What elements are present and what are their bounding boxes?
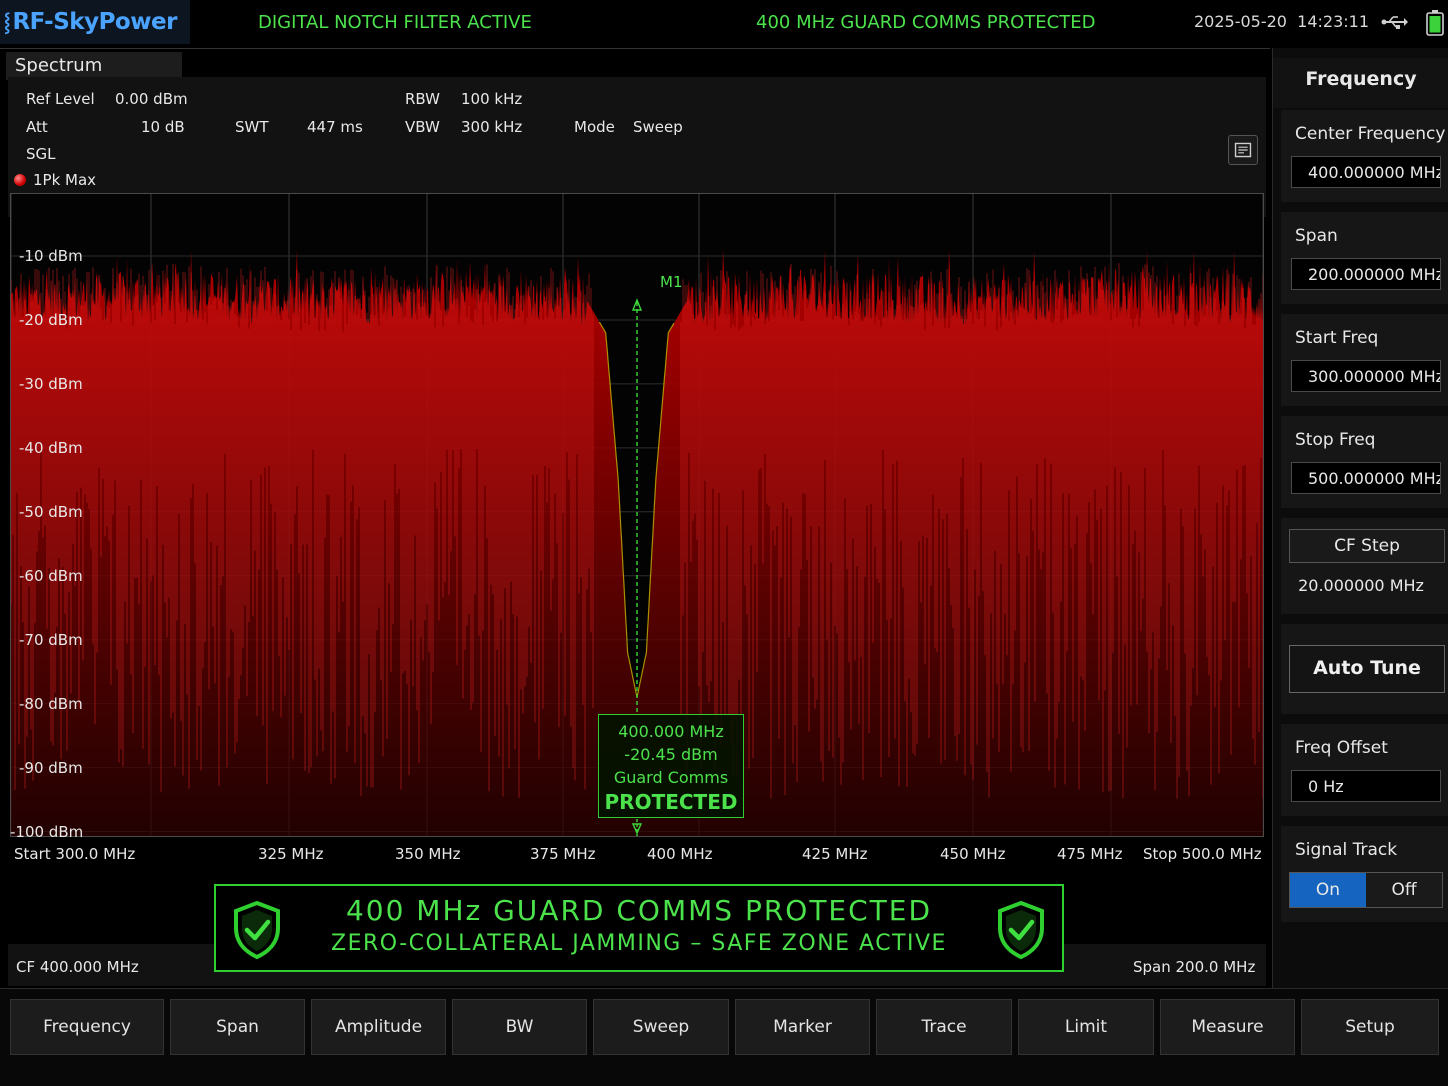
protection-banner: 400 MHz GUARD COMMS PROTECTED ZERO-COLLA… (214, 884, 1064, 972)
trace-dot-icon (14, 174, 26, 186)
freq-offset-field[interactable]: 0 Hz (1291, 770, 1441, 802)
notch-filter-status: DIGITAL NOTCH FILTER ACTIVE (258, 12, 532, 33)
x-tick-label: 375 MHz (530, 845, 596, 863)
softkey-frequency[interactable]: Frequency (10, 999, 164, 1055)
span-readout: Span 200.0 MHz (1133, 958, 1256, 976)
stop-freq-label: Stop Freq (1295, 430, 1376, 450)
y-tick-label: -20 dBm (19, 310, 83, 329)
rbw-value[interactable]: 100 kHz (461, 90, 522, 108)
vbw-value[interactable]: 300 kHz (461, 118, 522, 136)
ref-level-value[interactable]: 0.00 dBm (115, 90, 188, 108)
x-tick-label: 475 MHz (1057, 845, 1123, 863)
spectrum-panel: Spectrum Ref Level 0.00 dBm Att 10 dB SW… (0, 48, 1270, 988)
softkey-trace[interactable]: Trace (876, 999, 1012, 1055)
stop-freq-field[interactable]: 500.000000 MHz (1291, 462, 1441, 494)
tab-spectrum[interactable]: Spectrum (6, 52, 182, 80)
signal-track-toggle[interactable]: On Off (1289, 872, 1443, 908)
y-tick-label: -90 dBm (19, 758, 83, 777)
mode-label: Mode (574, 118, 615, 136)
trace-name: 1Pk Max (33, 171, 97, 189)
att-label: Att (26, 118, 48, 136)
marker-frequency: 400.000 MHz (618, 722, 724, 741)
frequency-menu-panel: Frequency Center Frequency 400.000000 MH… (1272, 48, 1448, 988)
swt-value[interactable]: 447 ms (307, 118, 363, 136)
y-tick-label: -60 dBm (19, 566, 83, 585)
span-label: Span (1295, 226, 1338, 246)
y-tick-label: -30 dBm (19, 374, 83, 393)
swt-label: SWT (235, 118, 269, 136)
y-tick-label: -70 dBm (19, 630, 83, 649)
brand-logo: ⸾ RF-SkyPower (0, 0, 190, 44)
freq-offset-label: Freq Offset (1295, 738, 1388, 758)
signal-track-off-option[interactable]: Off (1366, 873, 1442, 907)
span-field[interactable]: 200.000000 MHz (1291, 258, 1441, 290)
shield-check-icon (998, 900, 1044, 960)
cf-step-button[interactable]: CF Step (1289, 529, 1445, 563)
marker-m1-label[interactable]: M1 (660, 273, 683, 291)
banner-subtitle: ZERO-COLLATERAL JAMMING – SAFE ZONE ACTI… (331, 931, 947, 956)
usb-icon (1381, 16, 1408, 29)
rbw-label: RBW (405, 90, 441, 108)
x-tick-label: Stop 500.0 MHz (1143, 845, 1262, 863)
y-tick-label: -100 dBm (10, 822, 84, 841)
center-frequency-label: Center Frequency (1295, 124, 1446, 144)
x-tick-label: 325 MHz (258, 845, 324, 863)
span-control[interactable]: Span 200.000000 MHz (1281, 212, 1448, 304)
display-layout-icon[interactable] (1228, 135, 1258, 165)
softkey-limit[interactable]: Limit (1018, 999, 1154, 1055)
center-frequency-readout: CF 400.000 MHz (16, 958, 139, 976)
softkey-marker[interactable]: Marker (735, 999, 870, 1055)
softkey-setup[interactable]: Setup (1301, 999, 1439, 1055)
time-text: 14:23:11 (1297, 12, 1370, 31)
y-tick-label: -80 dBm (19, 694, 83, 713)
x-tick-label: 400 MHz (647, 845, 713, 863)
center-frequency-control[interactable]: Center Frequency 400.000000 MHz (1281, 110, 1448, 202)
start-freq-field[interactable]: 300.000000 MHz (1291, 360, 1441, 392)
x-tick-label: 350 MHz (395, 845, 461, 863)
cf-step-value: 20.000000 MHz (1298, 576, 1424, 595)
softkey-bw[interactable]: BW (452, 999, 587, 1055)
banner-title: 400 MHz GUARD COMMS PROTECTED (345, 894, 933, 927)
att-value[interactable]: 10 dB (141, 118, 185, 136)
auto-tune-button[interactable]: Auto Tune (1289, 645, 1445, 693)
menu-title: Frequency (1273, 58, 1448, 108)
softkey-amplitude[interactable]: Amplitude (311, 999, 446, 1055)
softkey-bar: Frequency Span Amplitude BW Sweep Marker… (0, 988, 1448, 1086)
softkey-sweep[interactable]: Sweep (593, 999, 729, 1055)
x-tick-label: 425 MHz (802, 845, 868, 863)
shield-check-icon (234, 900, 280, 960)
ref-level-label: Ref Level (26, 90, 95, 108)
battery-icon (1426, 10, 1444, 36)
softkey-span[interactable]: Span (170, 999, 305, 1055)
vbw-label: VBW (405, 118, 440, 136)
guard-comms-status: 400 MHz GUARD COMMS PROTECTED (756, 12, 1096, 33)
start-freq-label: Start Freq (1295, 328, 1379, 348)
date-text: 2025-05-20 (1194, 12, 1287, 31)
marker-status: PROTECTED (604, 790, 738, 814)
freq-offset-control[interactable]: Freq Offset 0 Hz (1281, 724, 1448, 816)
y-tick-label: -40 dBm (19, 438, 83, 457)
x-tick-label: 450 MHz (940, 845, 1006, 863)
signal-track-on-option[interactable]: On (1290, 873, 1366, 907)
sgl-indicator: SGL (26, 145, 56, 163)
brand-name: RF-SkyPower (12, 9, 177, 35)
y-tick-label: -10 dBm (19, 247, 83, 266)
start-freq-control[interactable]: Start Freq 300.000000 MHz (1281, 314, 1448, 406)
marker-readout[interactable]: 400.000 MHz -20.45 dBm Guard Comms PROTE… (598, 714, 744, 818)
brand-mark-icon: ⸾ (4, 12, 11, 33)
mode-value[interactable]: Sweep (633, 118, 683, 136)
trace-indicator[interactable]: 1Pk Max (14, 171, 96, 189)
signal-track-label: Signal Track (1295, 840, 1398, 860)
top-status-bar: ⸾ RF-SkyPower DIGITAL NOTCH FILTER ACTIV… (0, 0, 1448, 48)
x-tick-label: Start 300.0 MHz (14, 845, 136, 863)
marker-level: -20.45 dBm (624, 745, 718, 764)
softkey-measure[interactable]: Measure (1160, 999, 1295, 1055)
y-tick-label: -50 dBm (19, 502, 83, 521)
date-time: 2025-05-20 14:23:11 (1194, 12, 1369, 31)
center-frequency-field[interactable]: 400.000000 MHz (1291, 156, 1441, 188)
marker-note: Guard Comms (613, 768, 729, 787)
stop-freq-control[interactable]: Stop Freq 500.000000 MHz (1281, 416, 1448, 508)
